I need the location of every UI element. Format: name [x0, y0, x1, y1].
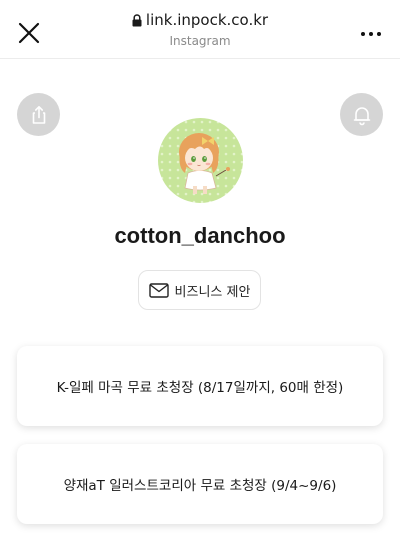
mail-icon — [148, 282, 169, 298]
bell-icon — [353, 106, 370, 125]
avatar-illustration — [158, 118, 243, 203]
business-proposal-button[interactable]: 비즈니스 제안 — [138, 270, 261, 310]
url-text: link.inpock.co.kr — [145, 11, 269, 29]
notification-button[interactable] — [340, 93, 383, 136]
more-options-button[interactable] — [360, 24, 382, 44]
link-card-label: 양재aT 일러스트코리아 무료 초청장 (9/4~9/6) — [63, 478, 337, 494]
lock-icon — [132, 13, 142, 26]
link-card[interactable]: 양재aT 일러스트코리아 무료 초청장 (9/4~9/6) — [17, 444, 383, 524]
close-button[interactable] — [14, 18, 44, 48]
share-button[interactable] — [17, 93, 60, 136]
source-app-label: Instagram — [169, 34, 231, 48]
business-proposal-label: 비즈니스 제안 — [174, 284, 251, 300]
link-card-label: K-일페 마곡 무료 초청장 (8/17일까지, 60매 한정) — [56, 380, 344, 396]
browser-top-bar: link.inpock.co.kr Instagram — [0, 0, 400, 59]
close-icon — [18, 22, 40, 44]
link-card[interactable]: K-일페 마곡 무료 초청장 (8/17일까지, 60매 한정) — [17, 346, 383, 426]
profile-avatar[interactable] — [158, 118, 243, 203]
more-dots-icon — [361, 32, 381, 36]
profile-username: cotton_danchoo — [114, 223, 286, 248]
share-icon — [32, 105, 45, 124]
url-display[interactable]: link.inpock.co.kr Instagram — [100, 10, 300, 51]
